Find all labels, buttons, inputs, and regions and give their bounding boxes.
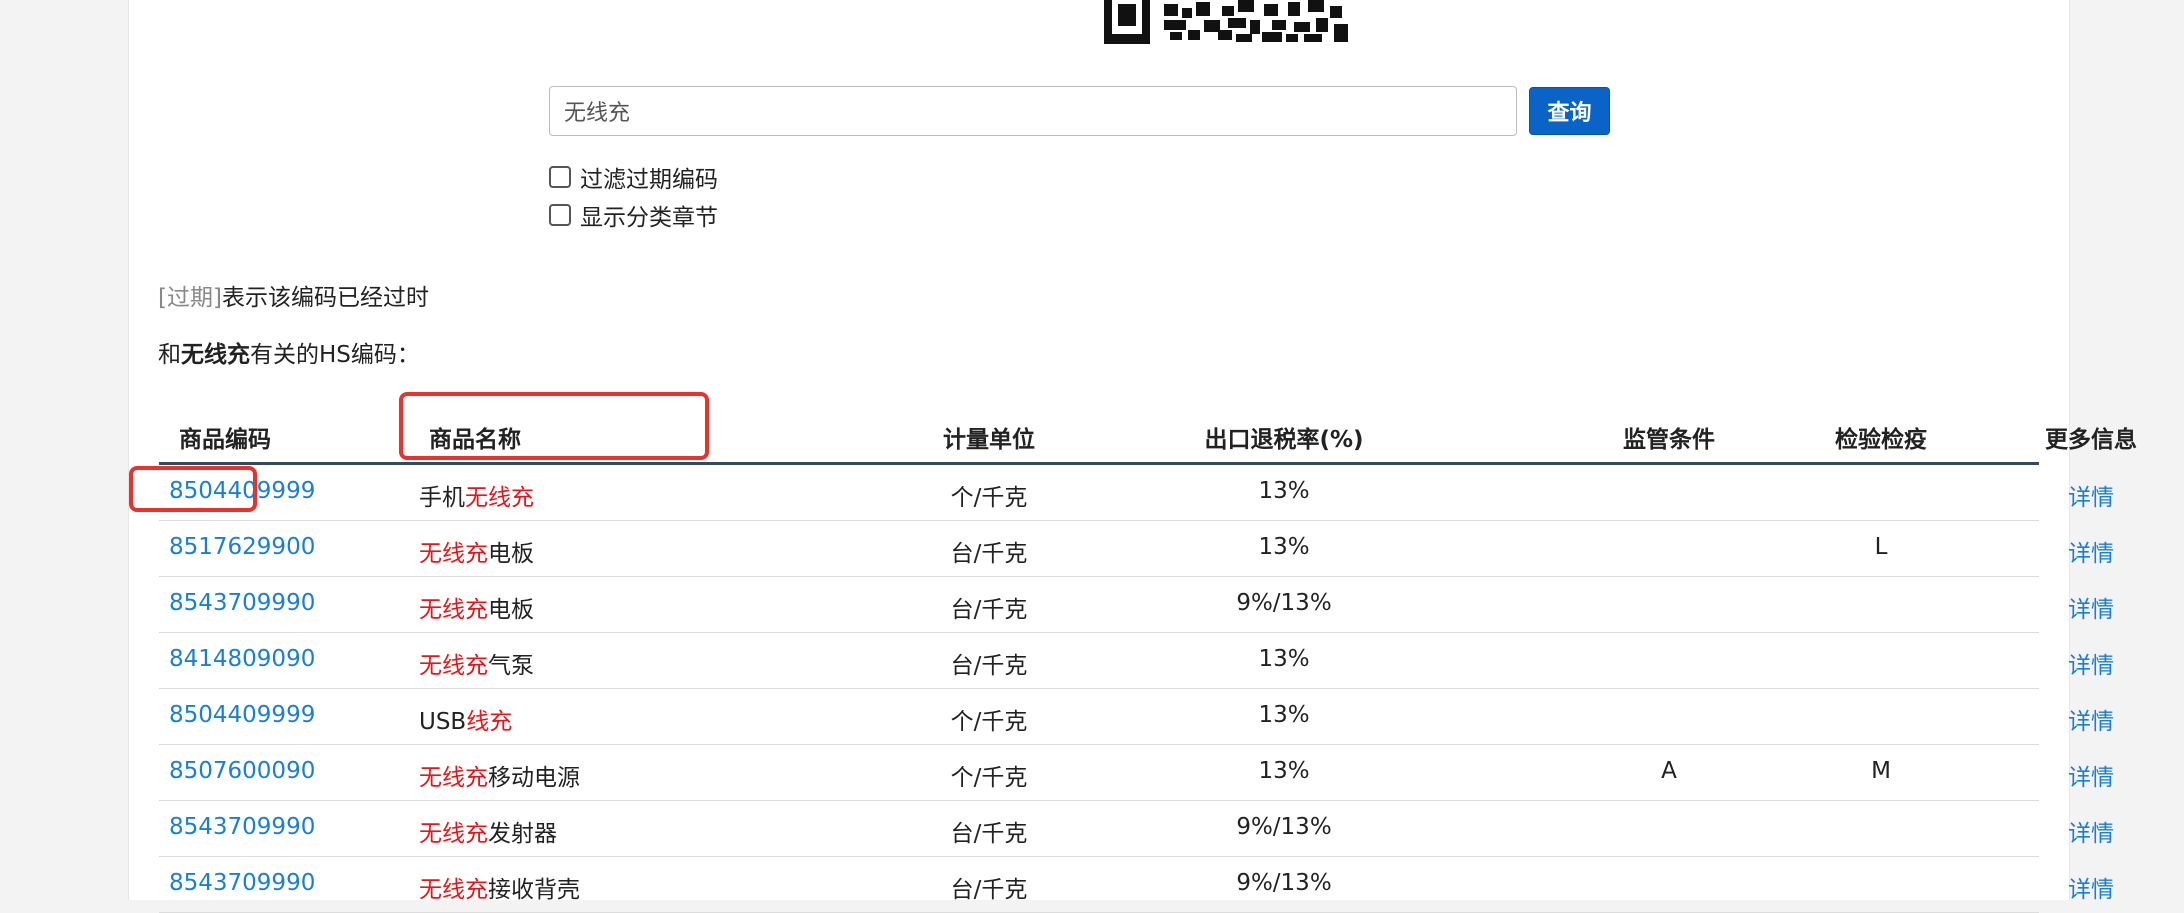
unit-cell: 个/千克 <box>950 765 1028 791</box>
show-chapters-option[interactable]: 显示分类章节 <box>549 198 718 232</box>
details-link[interactable]: 详情 <box>2021 534 2161 568</box>
product-name-highlight: 无线充 <box>419 821 488 847</box>
inspection-cell: L <box>1874 534 1888 560</box>
rate-cell: 13% <box>1258 478 1310 504</box>
expired-tag: [过期] <box>158 285 222 311</box>
expired-note-text: 表示该编码已经过时 <box>221 285 429 311</box>
details-link[interactable]: 详情 <box>2021 590 2161 624</box>
filter-expired-label: 过滤过期编码 <box>580 167 718 193</box>
table-row: 8517629900 无线充电板 台/千克 13% L 详情 <box>159 521 2114 577</box>
hs-code-link[interactable]: 8517629900 <box>169 534 315 560</box>
unit-cell: 台/千克 <box>950 597 1028 623</box>
unit-cell: 个/千克 <box>950 485 1028 511</box>
table-row: 8543709990 无线充发射器 台/千克 9%/13% 详情 <box>159 801 2114 857</box>
results-heading: 和无线充有关的HS编码： <box>158 335 420 369</box>
rate-cell: 13% <box>1258 646 1310 672</box>
product-name-post: 气泵 <box>488 653 534 679</box>
table-row: 8504409999 手机无线充 个/千克 13% 详情 <box>159 465 2114 521</box>
unit-cell: 个/千克 <box>950 709 1028 735</box>
product-name-post: 移动电源 <box>488 765 580 791</box>
expired-note: [过期]表示该编码已经过时 <box>158 278 429 312</box>
product-name-highlight: 无线充 <box>465 485 534 511</box>
table-row: 8507600090 无线充移动电源 个/千克 13% A M 详情 <box>159 745 2114 801</box>
product-name: 无线充发射器 <box>419 814 557 848</box>
product-name-highlight: 无线充 <box>419 653 488 679</box>
hs-code-link[interactable]: 8543709990 <box>169 590 315 616</box>
product-name: 手机无线充 <box>419 478 534 512</box>
product-name: 无线充接收背壳 <box>419 870 580 904</box>
hs-code-link[interactable]: 8543709990 <box>169 870 315 896</box>
product-name: 无线充电板 <box>419 590 534 624</box>
product-name-highlight: 无线充 <box>419 597 488 623</box>
product-name: 无线充电板 <box>419 534 534 568</box>
rate-cell: 9%/13% <box>1236 590 1332 616</box>
qr-code-icon <box>1104 0 1348 44</box>
product-name-post: 发射器 <box>488 821 557 847</box>
results-heading-prefix: 和 <box>158 342 181 368</box>
header-name: 商品名称 <box>429 427 521 453</box>
table-row: 8543709990 无线充接收背壳 台/千克 9%/13% 详情 <box>159 857 2114 913</box>
unit-cell: 台/千克 <box>950 877 1028 903</box>
product-name-highlight: 线充 <box>466 709 513 735</box>
hs-code-link[interactable]: 8507600090 <box>169 758 315 784</box>
header-supervision: 监管条件 <box>1623 427 1715 453</box>
details-link[interactable]: 详情 <box>2021 758 2161 792</box>
header-inspection: 检验检疫 <box>1835 427 1927 453</box>
product-name-pre: 手机 <box>419 485 465 511</box>
results-heading-suffix: 有关的HS编码： <box>250 342 420 368</box>
product-name-highlight: 无线充 <box>419 877 488 903</box>
search-input[interactable] <box>549 86 1517 136</box>
qr-code-image <box>1104 0 1350 44</box>
hs-code-link[interactable]: 8543709990 <box>169 814 315 840</box>
inspection-cell: M <box>1871 758 1891 784</box>
product-name: 无线充气泵 <box>419 646 534 680</box>
header-more: 更多信息 <box>2045 427 2137 453</box>
details-link[interactable]: 详情 <box>2021 814 2161 848</box>
product-name: 无线充移动电源 <box>419 758 580 792</box>
search-button[interactable]: 查询 <box>1529 87 1610 135</box>
supervision-cell: A <box>1661 758 1677 784</box>
hs-code-link[interactable]: 8504409999 <box>169 702 315 728</box>
results-heading-keyword: 无线充 <box>181 342 250 368</box>
filter-expired-checkbox[interactable] <box>549 166 571 188</box>
filter-expired-option[interactable]: 过滤过期编码 <box>549 160 718 194</box>
details-link[interactable]: 详情 <box>2021 702 2161 736</box>
product-name-highlight: 无线充 <box>419 541 488 567</box>
product-name: USB线充 <box>419 702 512 736</box>
table-header: 商品编码 商品名称 计量单位 出口退税率(%) 监管条件 检验检疫 更多信息 <box>159 412 2137 465</box>
rate-cell: 13% <box>1258 702 1310 728</box>
header-unit: 计量单位 <box>943 427 1035 453</box>
rate-cell: 9%/13% <box>1236 814 1332 840</box>
unit-cell: 台/千克 <box>950 541 1028 567</box>
rate-cell: 9%/13% <box>1236 870 1332 896</box>
table-row: 8414809090 无线充气泵 台/千克 13% 详情 <box>159 633 2114 689</box>
table-row: 8504409999 USB线充 个/千克 13% 详情 <box>159 689 2114 745</box>
rate-cell: 13% <box>1258 534 1310 560</box>
product-name-post: 电板 <box>488 541 534 567</box>
hs-code-table: 商品编码 商品名称 计量单位 出口退税率(%) 监管条件 检验检疫 更多信息 8… <box>159 412 2137 913</box>
unit-cell: 台/千克 <box>950 821 1028 847</box>
show-chapters-checkbox[interactable] <box>549 204 571 226</box>
show-chapters-label: 显示分类章节 <box>580 205 718 231</box>
hs-code-link[interactable]: 8504409999 <box>169 478 315 504</box>
product-name-highlight: 无线充 <box>419 765 488 791</box>
product-name-post: 接收背壳 <box>488 877 580 903</box>
details-link[interactable]: 详情 <box>2021 478 2161 512</box>
details-link[interactable]: 详情 <box>2021 646 2161 680</box>
details-link[interactable]: 详情 <box>2021 870 2161 904</box>
content-panel: 查询 过滤过期编码 显示分类章节 [过期]表示该编码已经过时 和无线充有关的HS… <box>128 0 2137 913</box>
header-rate: 出口退税率(%) <box>1204 427 1364 453</box>
rate-cell: 13% <box>1258 758 1310 784</box>
product-name-post: 电板 <box>488 597 534 623</box>
hs-code-link[interactable]: 8414809090 <box>169 646 315 672</box>
table-row: 8543709990 无线充电板 台/千克 9%/13% 详情 <box>159 577 2114 633</box>
product-name-pre: USB <box>419 709 467 735</box>
header-code: 商品编码 <box>179 427 271 453</box>
unit-cell: 台/千克 <box>950 653 1028 679</box>
